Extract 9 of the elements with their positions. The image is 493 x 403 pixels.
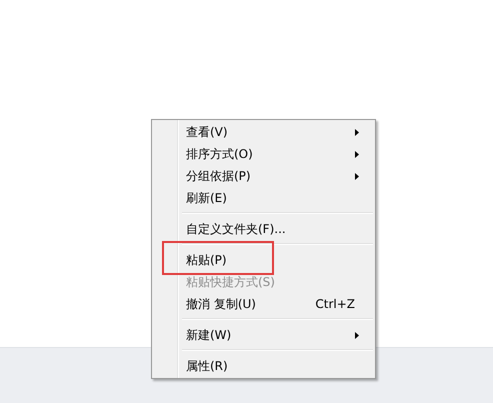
menu-item[interactable]: 分组依据(P) xyxy=(154,165,373,187)
menu-item[interactable]: 刷新(E) xyxy=(154,187,373,209)
menu-item[interactable]: 自定义文件夹(F)... xyxy=(154,218,373,240)
menu-item[interactable]: 粘贴(P) xyxy=(154,249,373,271)
menu-item[interactable]: 撤消 复制(U) Ctrl+Z xyxy=(154,293,373,315)
menu-item[interactable]: 新建(W) xyxy=(154,324,373,346)
menu-item[interactable]: 排序方式(O) xyxy=(154,143,373,165)
menu-item[interactable]: 查看(V) xyxy=(154,121,373,143)
menu-item[interactable]: 属性(R) xyxy=(154,355,373,377)
